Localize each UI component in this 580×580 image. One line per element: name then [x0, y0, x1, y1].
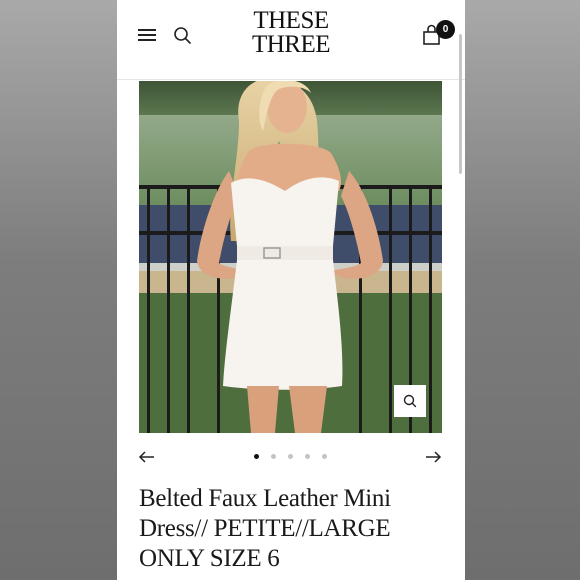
menu-button[interactable]	[138, 27, 156, 43]
search-icon	[174, 27, 191, 44]
slide-dot[interactable]	[254, 454, 259, 459]
product-photo-illustration	[139, 81, 442, 433]
previous-image-button[interactable]	[138, 448, 156, 466]
gallery-navigation	[117, 442, 465, 472]
menu-bar	[138, 29, 156, 31]
background-left	[0, 0, 117, 580]
slide-dot[interactable]	[305, 454, 310, 459]
cart-count-badge: 0	[436, 20, 455, 39]
menu-bar	[138, 34, 156, 36]
zoom-button[interactable]	[394, 385, 426, 417]
arrow-left-icon	[138, 451, 154, 463]
arrow-right-icon	[426, 451, 442, 463]
next-image-button[interactable]	[424, 448, 442, 466]
slide-indicator	[254, 454, 329, 460]
slide-dot[interactable]	[288, 454, 293, 459]
product-image[interactable]	[139, 81, 442, 433]
magnifier-icon	[403, 394, 417, 408]
phone-screen: THESE THREE 0 Belted Faux Leather Mini D…	[117, 0, 465, 580]
slide-dot[interactable]	[322, 454, 327, 459]
slide-dot[interactable]	[271, 454, 276, 459]
product-title: Belted Faux Leather Mini Dress// PETITE/…	[139, 485, 391, 572]
site-header: THESE THREE 0	[117, 0, 465, 80]
brand-logo[interactable]: THESE THREE	[237, 7, 345, 58]
logo-line-1: THESE	[253, 7, 329, 34]
scrollbar[interactable]	[459, 34, 462, 174]
logo-line-2: THREE	[251, 31, 331, 58]
search-button[interactable]	[173, 26, 193, 46]
menu-bar	[138, 39, 156, 41]
background-right	[465, 0, 580, 580]
